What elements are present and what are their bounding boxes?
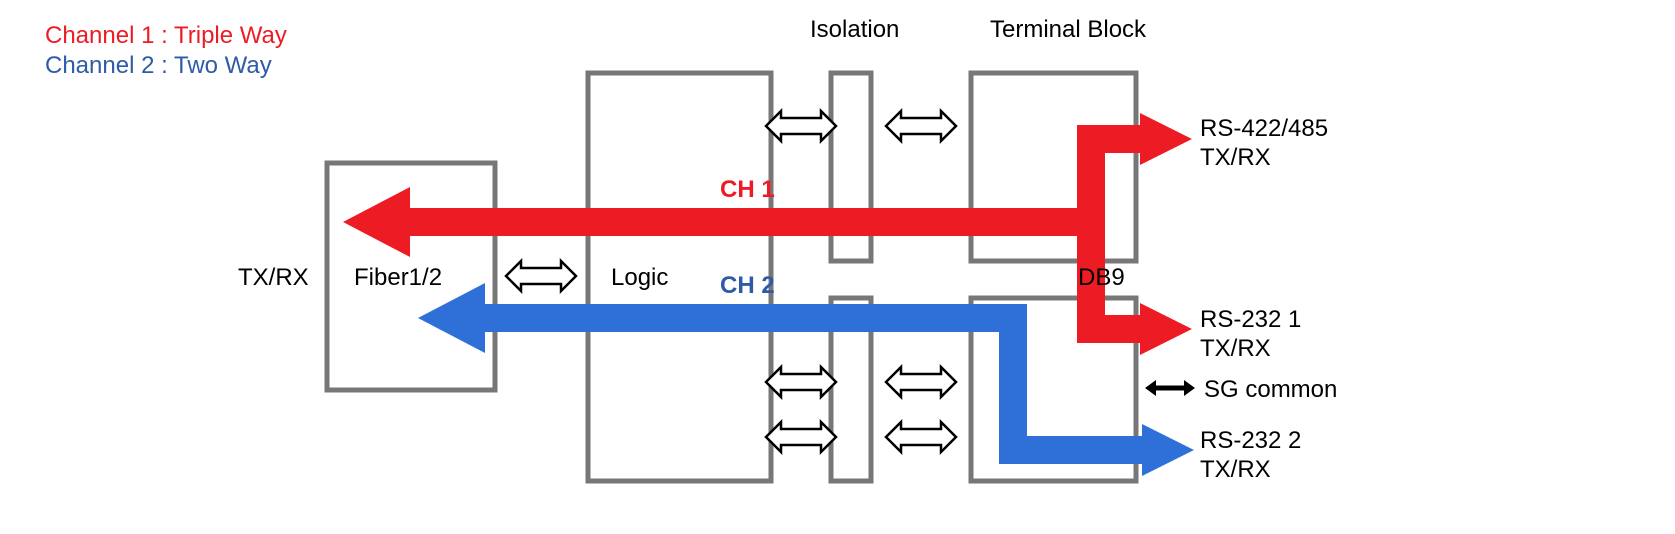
db9-label: DB9 [1078, 264, 1125, 292]
port-rs232-1-line1: RS-232 1 [1200, 306, 1301, 333]
terminal-block-title: Terminal Block [990, 16, 1146, 44]
txrx-left-label: TX/RX [238, 264, 309, 292]
sg-common-arrow-icon [1145, 380, 1195, 396]
bidir-arrow-icon [766, 422, 836, 452]
logic-block-label: Logic [611, 264, 668, 292]
diagram-stage: Channel 1 : Triple Way Channel 2 : Two W… [0, 0, 1675, 534]
ch1-label: CH 1 [720, 176, 775, 204]
channel-2-path [418, 283, 1194, 476]
ch2-label: CH 2 [720, 272, 775, 300]
port-rs422-485: RS-422/485 TX/RX [1200, 115, 1328, 173]
bidir-arrow-icon [886, 422, 956, 452]
terminal-upper [971, 73, 1136, 261]
bidir-arrow-icon [766, 111, 836, 141]
fiber-block-label: Fiber1/2 [354, 264, 442, 292]
legend-channel-1: Channel 1 : Triple Way [45, 22, 287, 50]
bidir-arrow-icon [886, 111, 956, 141]
bidir-arrow-icon [766, 367, 836, 397]
terminal-lower [971, 298, 1136, 481]
isolation-lower [831, 298, 871, 481]
bidir-arrow-icon [886, 367, 956, 397]
bidir-arrow-icon [506, 261, 576, 291]
port-rs232-2-line2: TX/RX [1200, 456, 1271, 483]
legend-channel-2: Channel 2 : Two Way [45, 52, 272, 80]
port-rs422-485-line1: RS-422/485 [1200, 115, 1328, 142]
port-rs232-1: RS-232 1 TX/RX [1200, 306, 1301, 364]
port-rs232-2: RS-232 2 TX/RX [1200, 427, 1301, 485]
port-rs232-2-line1: RS-232 2 [1200, 427, 1301, 454]
port-rs232-1-line2: TX/RX [1200, 335, 1271, 362]
isolation-title: Isolation [810, 16, 899, 44]
port-rs422-485-line2: TX/RX [1200, 144, 1271, 171]
sg-common-label: SG common [1204, 376, 1337, 404]
channel-1-path [343, 113, 1192, 355]
isolation-upper [831, 73, 871, 261]
